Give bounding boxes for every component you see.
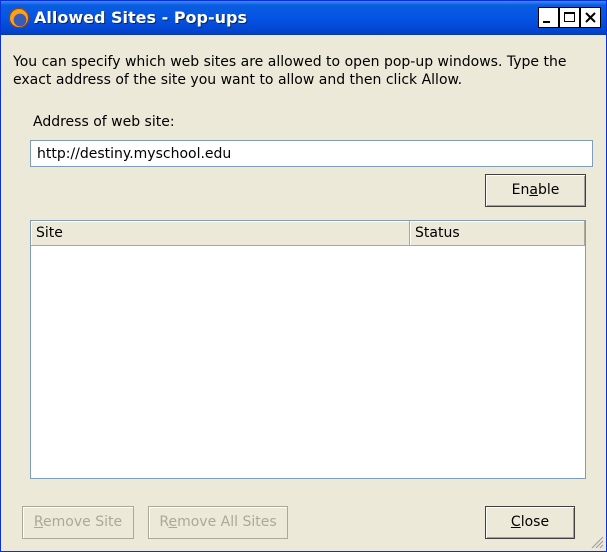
remove-all-sites-button[interactable]: Remove All Sites [148,506,288,539]
firefox-icon [9,8,29,28]
maximize-button[interactable] [559,7,580,28]
dialog-description: You can specify which web sites are allo… [13,54,567,88]
close-window-button[interactable] [580,7,601,28]
window-title: Allowed Sites - Pop-ups [34,8,247,27]
column-header-site[interactable]: Site [31,221,410,246]
title-bar[interactable]: Allowed Sites - Pop-ups [1,1,606,35]
enable-button[interactable]: Enable [485,174,586,207]
minimize-button[interactable] [538,7,559,28]
remove-site-button[interactable]: Remove Site [22,506,134,539]
minimize-icon [543,21,550,23]
resize-grip-icon[interactable] [590,535,604,549]
column-header-status[interactable]: Status [410,221,585,246]
maximize-icon [564,12,575,22]
close-button[interactable]: Close [485,506,575,539]
address-label: Address of web site: [33,114,175,130]
allowed-sites-dialog: Allowed Sites - Pop-ups You can specify … [0,0,607,552]
close-icon [585,12,596,23]
address-input[interactable] [30,140,593,167]
sites-list[interactable]: Site Status [30,220,586,479]
